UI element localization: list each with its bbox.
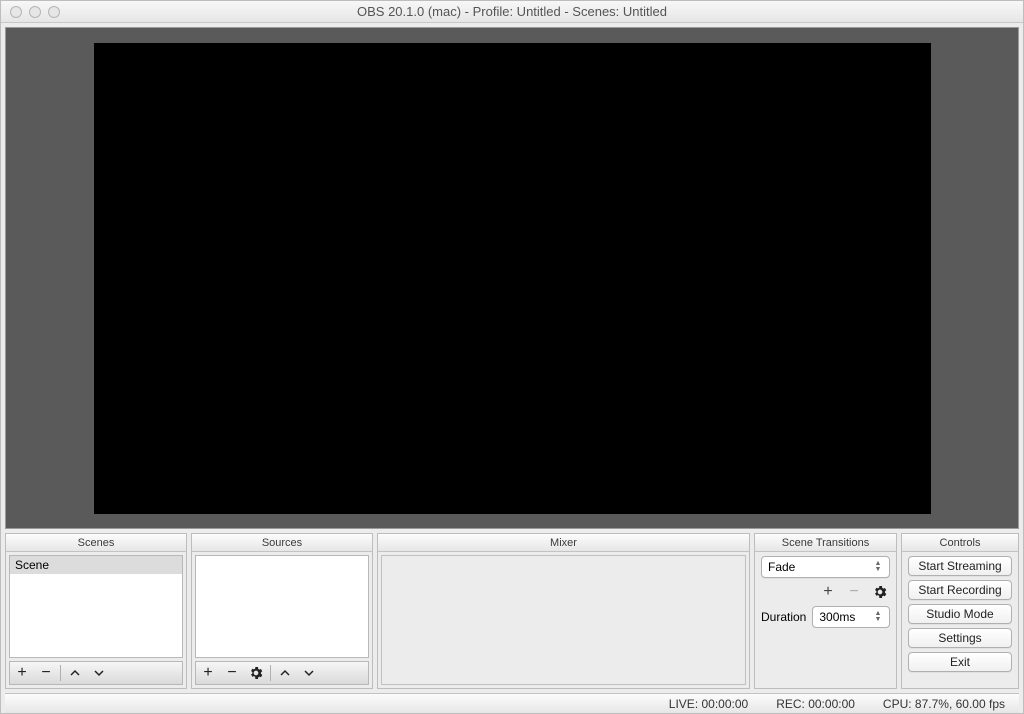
duration-input[interactable]: 300ms ▲▼ <box>812 606 890 628</box>
chevron-up-icon[interactable] <box>273 662 297 684</box>
mixer-panel: Mixer <box>377 533 750 689</box>
scenes-header: Scenes <box>6 534 186 552</box>
duration-value: 300ms <box>819 610 855 624</box>
scenes-list[interactable]: Scene <box>9 555 183 658</box>
exit-button[interactable]: Exit <box>908 652 1012 672</box>
sources-list[interactable] <box>195 555 369 658</box>
transition-select[interactable]: Fade ▲▼ <box>761 556 890 578</box>
chevron-up-icon[interactable] <box>63 662 87 684</box>
scenes-panel: Scenes Scene + − <box>5 533 187 689</box>
minus-icon[interactable]: − <box>846 584 862 600</box>
zoom-window-button[interactable] <box>48 6 60 18</box>
plus-icon[interactable]: + <box>820 584 836 600</box>
preview-canvas[interactable] <box>94 43 931 514</box>
close-window-button[interactable] <box>10 6 22 18</box>
sources-header: Sources <box>192 534 372 552</box>
chevron-down-icon[interactable] <box>297 662 321 684</box>
scene-item[interactable]: Scene <box>10 556 182 574</box>
plus-icon[interactable]: + <box>10 662 34 684</box>
transition-duration-row: Duration 300ms ▲▼ <box>761 606 890 628</box>
start-recording-button[interactable]: Start Recording <box>908 580 1012 600</box>
select-stepper-icon: ▲▼ <box>873 561 883 573</box>
bottom-panels: Scenes Scene + − <box>5 533 1019 689</box>
status-live: LIVE: 00:00:00 <box>669 697 748 711</box>
transition-icon-row: + − <box>761 584 890 600</box>
preview-area <box>5 27 1019 529</box>
sources-toolbar: + − <box>195 661 369 685</box>
titlebar: OBS 20.1.0 (mac) - Profile: Untitled - S… <box>1 1 1023 23</box>
gear-icon[interactable] <box>872 584 888 600</box>
plus-icon[interactable]: + <box>196 662 220 684</box>
start-streaming-button[interactable]: Start Streaming <box>908 556 1012 576</box>
minus-icon[interactable]: − <box>34 662 58 684</box>
status-bar: LIVE: 00:00:00 REC: 00:00:00 CPU: 87.7%,… <box>5 693 1019 713</box>
mixer-header: Mixer <box>378 534 749 552</box>
window-title: OBS 20.1.0 (mac) - Profile: Untitled - S… <box>1 4 1023 19</box>
chevron-down-icon[interactable] <box>87 662 111 684</box>
status-rec: REC: 00:00:00 <box>776 697 855 711</box>
toolbar-separator <box>60 665 61 681</box>
studio-mode-button[interactable]: Studio Mode <box>908 604 1012 624</box>
status-cpu: CPU: 87.7%, 60.00 fps <box>883 697 1005 711</box>
transition-select-value: Fade <box>768 560 795 574</box>
controls-header: Controls <box>902 534 1018 552</box>
minimize-window-button[interactable] <box>29 6 41 18</box>
scene-transitions-header: Scene Transitions <box>755 534 896 552</box>
controls-panel: Controls Start Streaming Start Recording… <box>901 533 1019 689</box>
mixer-body <box>381 555 746 685</box>
app-window: OBS 20.1.0 (mac) - Profile: Untitled - S… <box>0 0 1024 714</box>
window-traffic-lights <box>10 6 60 18</box>
duration-label: Duration <box>761 610 806 624</box>
toolbar-separator <box>270 665 271 681</box>
duration-stepper-icon[interactable]: ▲▼ <box>873 611 883 623</box>
settings-button[interactable]: Settings <box>908 628 1012 648</box>
minus-icon[interactable]: − <box>220 662 244 684</box>
sources-panel: Sources + − <box>191 533 373 689</box>
scene-transitions-panel: Scene Transitions Fade ▲▼ + − Duration 3 <box>754 533 897 689</box>
scenes-toolbar: + − <box>9 661 183 685</box>
gear-icon[interactable] <box>244 662 268 684</box>
